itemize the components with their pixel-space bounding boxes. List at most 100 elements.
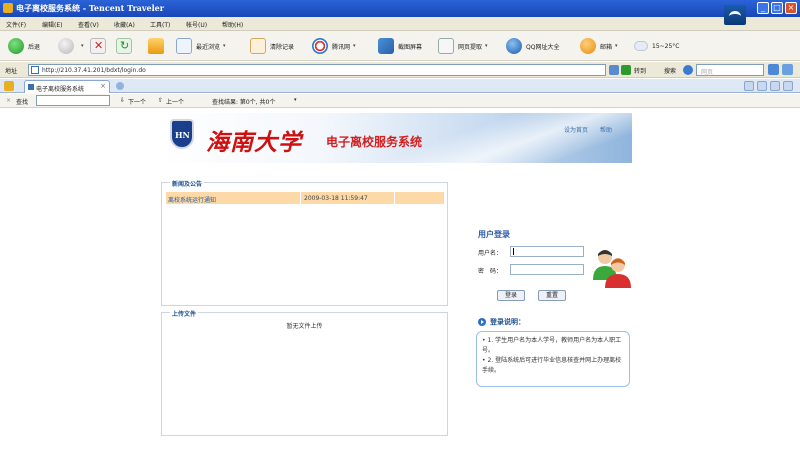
login-info-header: 登录说明： xyxy=(478,317,525,327)
address-input[interactable]: http://210.37.41.201/bdxt/login.do xyxy=(28,64,606,76)
weather-label: 15~25°C xyxy=(652,42,680,50)
forward-button[interactable]: ▾ xyxy=(58,36,84,56)
search-button-icon[interactable] xyxy=(768,64,779,75)
news-item-title[interactable]: 离校系统运行通知 xyxy=(168,195,216,204)
back-button[interactable]: 后退 xyxy=(8,36,40,56)
clear-history-button[interactable]: 清除记录 xyxy=(250,36,294,56)
new-tab-icon[interactable] xyxy=(116,82,124,90)
recent-label: 最近浏览 xyxy=(196,43,221,51)
tab-home-icon[interactable] xyxy=(4,81,14,91)
login-info-line: • 1. 学生用户名为本人学号，教师用户名为本人职工号。 xyxy=(482,337,622,354)
search-options-icon[interactable] xyxy=(782,64,793,75)
recent-browse-button[interactable]: 最近浏览 ▾ xyxy=(176,36,226,56)
find-input[interactable] xyxy=(36,95,110,106)
tab-menu-icon[interactable] xyxy=(744,81,754,91)
login-info-line: • 2. 登陆系统后可进行毕业信息核查并网上办理离校手续。 xyxy=(482,357,622,374)
clear-label: 清除记录 xyxy=(270,43,295,51)
webgrab-icon xyxy=(438,38,454,54)
find-label: 查找 xyxy=(16,99,29,106)
speed-label: 腾讯网 xyxy=(332,43,351,51)
stop-icon: ✕ xyxy=(90,38,106,54)
qq-sites-button[interactable]: QQ网址大全 xyxy=(506,36,559,56)
news-title: 新闻及公告 xyxy=(170,179,205,188)
tab-refresh-icon[interactable] xyxy=(770,81,780,91)
info-bullet-icon xyxy=(478,318,486,326)
webgrab-label: 网页提取 xyxy=(458,43,483,51)
address-bar: 地址 http://210.37.41.201/bdxt/login.do 转到… xyxy=(0,62,800,78)
menu-help[interactable]: 帮助(H) xyxy=(222,20,243,29)
recent-icon xyxy=(176,38,192,54)
find-prev-icon: ⇧ xyxy=(158,97,164,104)
stop-button[interactable]: ✕ xyxy=(90,36,110,56)
search-input[interactable]: 网页 xyxy=(696,64,764,76)
system-name: 电子离校服务系统 xyxy=(326,135,423,149)
emblem-text: HN xyxy=(175,130,190,140)
tab-active[interactable]: 电子离校服务系统 × xyxy=(24,80,110,93)
home-button[interactable] xyxy=(148,36,168,56)
uploads-empty-text: 暂无文件上传 xyxy=(286,323,323,330)
find-result: 查找结果: 第0个, 共0个 xyxy=(212,99,276,106)
search-engine-icon[interactable] xyxy=(683,65,693,75)
news-row-divider xyxy=(394,192,395,204)
speed-dropdown-icon: ▾ xyxy=(353,43,356,49)
reset-button[interactable]: 重置 xyxy=(538,290,566,301)
uploads-title: 上传文件 xyxy=(170,309,199,318)
uploads-panel: 上传文件 暂无文件上传 xyxy=(161,309,448,436)
maximize-button[interactable]: □ xyxy=(771,2,783,14)
go-icon[interactable] xyxy=(621,65,631,75)
news-row-divider xyxy=(300,192,301,204)
find-next-icon: ⇩ xyxy=(120,97,126,104)
menu-favorites[interactable]: 收藏(A) xyxy=(114,20,135,29)
menu-bar: 文件(F) 编辑(E) 查看(V) 收藏(A) 工具(T) 帐号(U) 帮助(H… xyxy=(0,17,800,31)
password-label: 密 码： xyxy=(478,268,503,275)
search-placeholder: 网页 xyxy=(701,69,714,76)
login-info-title: 登录说明： xyxy=(490,318,525,326)
qq-speed-button[interactable]: 腾讯网 ▾ xyxy=(312,36,356,56)
news-panel: 新闻及公告 离校系统运行通知 2009-03-18 11:59:47 xyxy=(161,179,448,306)
mail-button[interactable]: 邮箱 ▾ xyxy=(580,36,618,56)
toolbar: 后退 ▾ ✕ ↻ 最近浏览 ▾ 清除记录 腾讯网 ▾ 截图屏幕 网页提取 ▾ Q… xyxy=(0,31,800,61)
users-icon xyxy=(593,250,631,288)
address-url: http://210.37.41.201/bdxt/login.do xyxy=(42,67,146,74)
username-input[interactable] xyxy=(510,246,584,257)
help-link[interactable]: 帮助 xyxy=(600,125,612,134)
home-icon xyxy=(148,38,164,54)
tab-close-icon[interactable]: × xyxy=(100,82,106,90)
tab-list-icon[interactable] xyxy=(757,81,767,91)
menu-account[interactable]: 帐号(U) xyxy=(186,20,207,29)
menu-tools[interactable]: 工具(T) xyxy=(150,20,170,29)
minimize-button[interactable]: _ xyxy=(757,2,769,14)
go-button[interactable]: 转到 xyxy=(634,66,646,75)
find-prev-button[interactable]: 上一个 xyxy=(166,97,184,106)
password-input[interactable] xyxy=(510,264,584,275)
qq-sites-label: QQ网址大全 xyxy=(526,43,560,51)
mail-icon xyxy=(580,38,596,54)
menu-view[interactable]: 查看(V) xyxy=(78,20,99,29)
tab-label: 电子离校服务系统 xyxy=(36,86,85,93)
tab-close-all-icon[interactable] xyxy=(783,81,793,91)
title-bar: 电子离校服务系统 - Tencent Traveler _ □ × xyxy=(0,0,800,17)
menu-edit[interactable]: 编辑(E) xyxy=(42,20,62,29)
close-button[interactable]: × xyxy=(785,2,797,14)
capture-button[interactable]: 截图屏幕 xyxy=(378,36,422,56)
find-next-button[interactable]: 下一个 xyxy=(128,97,146,106)
login-button[interactable]: 登录 xyxy=(497,290,525,301)
app-icon xyxy=(3,3,13,13)
address-dropdown-icon[interactable] xyxy=(609,65,619,75)
back-label: 后退 xyxy=(28,43,41,51)
refresh-button[interactable]: ↻ xyxy=(116,36,136,56)
address-label: 地址 xyxy=(5,68,18,75)
find-options-icon[interactable]: ▾ xyxy=(294,97,297,103)
webgrab-button[interactable]: 网页提取 ▾ xyxy=(438,36,488,56)
news-item-date: 2009-03-18 11:59:47 xyxy=(304,195,368,202)
news-row[interactable]: 离校系统运行通知 2009-03-18 11:59:47 xyxy=(166,192,444,204)
set-homepage-link[interactable]: 设为首页 xyxy=(564,125,588,134)
forward-dropdown-icon: ▾ xyxy=(81,43,84,49)
findbar-close-icon[interactable]: × xyxy=(6,97,11,104)
university-emblem-icon: HN xyxy=(170,119,194,149)
login-info-box: • 1. 学生用户名为本人学号，教师用户名为本人职工号。 • 2. 登陆系统后可… xyxy=(476,331,630,387)
mail-label: 邮箱 xyxy=(600,43,613,51)
refresh-icon: ↻ xyxy=(116,38,132,54)
menu-file[interactable]: 文件(F) xyxy=(6,20,26,29)
weather-widget[interactable]: 15~25°C xyxy=(634,36,680,56)
